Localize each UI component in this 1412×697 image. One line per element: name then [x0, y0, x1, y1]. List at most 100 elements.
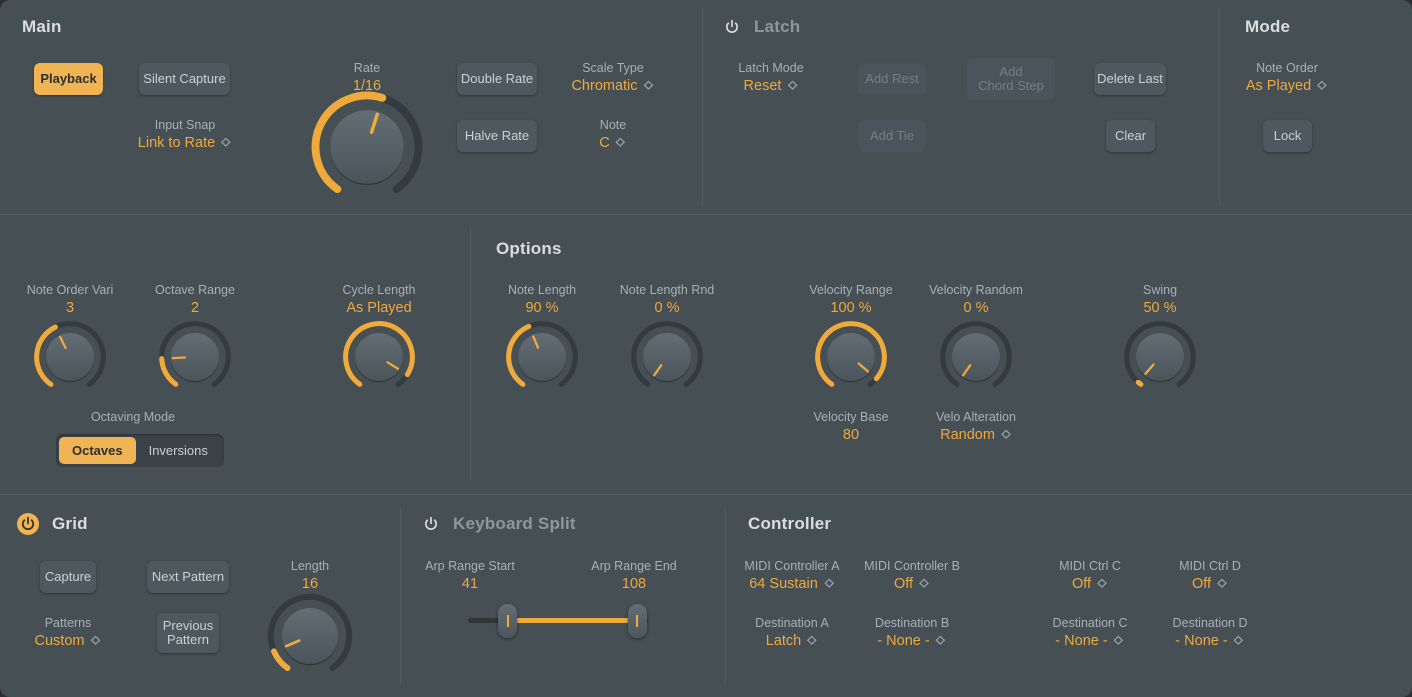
- destination-a-value[interactable]: Latch: [766, 633, 818, 649]
- octaving-mode-segmented-control[interactable]: Octaves Inversions: [56, 434, 224, 467]
- note-order-value[interactable]: As Played: [1246, 78, 1328, 94]
- midi-controller-a-label: MIDI Controller A: [744, 559, 840, 573]
- divider-grid-keyboard: [400, 508, 401, 684]
- midi-ctrl-c-label: MIDI Ctrl C: [1059, 559, 1121, 573]
- velocity-range-label: Velocity Range: [809, 283, 893, 297]
- latch-section-title: Latch: [754, 17, 801, 36]
- midi-controller-b-value[interactable]: Off: [894, 576, 930, 592]
- cycle-length-label: Cycle Length: [342, 283, 416, 297]
- rate-label: Rate: [353, 61, 381, 75]
- velo-alteration-value[interactable]: Random: [940, 427, 1012, 443]
- grid-power-toggle[interactable]: [17, 513, 39, 535]
- add-rest-button[interactable]: Add Rest: [858, 63, 926, 95]
- octaving-mode-label: Octaving Mode: [90, 410, 176, 424]
- destination-b-value[interactable]: - None -: [877, 633, 946, 649]
- note-value[interactable]: C: [599, 135, 626, 151]
- arp-range-end-handle[interactable]: [627, 604, 647, 638]
- note-length-label: Note Length: [507, 283, 577, 297]
- cycle-length-knob[interactable]: [341, 319, 417, 395]
- patterns-value[interactable]: Custom: [35, 633, 102, 649]
- octave-range-knob[interactable]: [157, 319, 233, 395]
- velocity-range-knob[interactable]: [813, 319, 889, 395]
- note-order-vari-knob[interactable]: [32, 319, 108, 395]
- destination-b-text: - None -: [877, 633, 930, 649]
- octave-range-value: 2: [190, 300, 200, 316]
- delete-last-button[interactable]: Delete Last: [1094, 63, 1166, 95]
- chevron-updown-icon: [807, 635, 818, 645]
- midi-ctrl-d-value[interactable]: Off: [1192, 576, 1228, 592]
- destination-d-label: Destination D: [1172, 616, 1248, 630]
- note-order-vari-value: 3: [65, 300, 75, 316]
- velocity-range-value: 100 %: [830, 300, 872, 316]
- capture-button[interactable]: Capture: [40, 561, 96, 593]
- divider-main-options: [0, 214, 1412, 215]
- divider-main-latch: [702, 8, 703, 206]
- clear-button[interactable]: Clear: [1106, 120, 1155, 152]
- next-pattern-button[interactable]: Next Pattern: [147, 561, 229, 593]
- input-snap-text: Link to Rate: [137, 135, 216, 151]
- divider-options-left: [470, 228, 471, 480]
- patterns-text: Custom: [34, 633, 85, 649]
- velocity-random-label: Velocity Random: [929, 283, 1023, 297]
- chevron-updown-icon: [1317, 80, 1328, 90]
- destination-b-label: Destination B: [874, 616, 950, 630]
- chevron-updown-icon: [1217, 578, 1227, 588]
- latch-power-toggle[interactable]: [721, 16, 743, 38]
- rate-knob[interactable]: [308, 88, 426, 206]
- midi-ctrl-d-text: Off: [1191, 576, 1212, 592]
- chevron-updown-icon: [90, 635, 101, 645]
- octaving-mode-option-inversions[interactable]: Inversions: [136, 437, 221, 464]
- add-chord-step-button[interactable]: Add Chord Step: [967, 58, 1055, 100]
- grid-length-knob[interactable]: [265, 591, 355, 681]
- note-length-rnd-label: Note Length Rnd: [619, 283, 715, 297]
- previous-pattern-button[interactable]: Previous Pattern: [157, 613, 219, 653]
- cycle-length-value: As Played: [346, 300, 412, 316]
- note-length-rnd-value: 0 %: [654, 300, 680, 316]
- arp-range-start-handle[interactable]: [498, 604, 518, 638]
- add-tie-button[interactable]: Add Tie: [858, 120, 926, 152]
- midi-ctrl-c-value[interactable]: Off: [1072, 576, 1108, 592]
- arpeggiator-plugin-window: Main Playback Silent Capture Input Snap …: [0, 0, 1412, 697]
- halve-rate-button[interactable]: Halve Rate: [457, 120, 537, 152]
- destination-c-value[interactable]: - None -: [1055, 633, 1124, 649]
- double-rate-button[interactable]: Double Rate: [457, 63, 537, 95]
- latch-mode-text: Reset: [743, 78, 782, 94]
- input-snap-value[interactable]: Link to Rate: [138, 135, 232, 151]
- midi-controller-a-value[interactable]: 64 Sustain: [749, 576, 835, 592]
- midi-ctrl-d-label: MIDI Ctrl D: [1179, 559, 1241, 573]
- note-length-rnd-knob[interactable]: [629, 319, 705, 395]
- scale-type-label: Scale Type: [582, 61, 644, 75]
- swing-knob[interactable]: [1122, 319, 1198, 395]
- options-section-title: Options: [496, 239, 562, 258]
- chevron-updown-icon: [919, 578, 929, 588]
- scale-type-value[interactable]: Chromatic: [571, 78, 654, 94]
- arp-range-slider[interactable]: [468, 600, 648, 644]
- latch-mode-value[interactable]: Reset: [744, 78, 799, 94]
- destination-d-value[interactable]: - None -: [1175, 633, 1244, 649]
- keyboard-split-power-toggle[interactable]: [420, 513, 442, 535]
- playback-button[interactable]: Playback: [34, 63, 103, 95]
- destination-a-text: Latch: [765, 633, 802, 649]
- chevron-updown-icon: [935, 635, 946, 645]
- velocity-random-knob[interactable]: [938, 319, 1014, 395]
- destination-d-text: - None -: [1175, 633, 1228, 649]
- main-section-title: Main: [22, 17, 62, 36]
- chevron-updown-icon: [1001, 429, 1011, 439]
- midi-ctrl-c-text: Off: [1071, 576, 1092, 592]
- velocity-base-label: Velocity Base: [813, 410, 889, 424]
- silent-capture-button[interactable]: Silent Capture: [139, 63, 230, 95]
- chevron-updown-icon: [823, 578, 834, 588]
- velocity-random-value: 0 %: [963, 300, 989, 316]
- velo-alteration-label: Velo Alteration: [936, 410, 1016, 424]
- note-label: Note: [599, 118, 627, 132]
- lock-button[interactable]: Lock: [1263, 120, 1312, 152]
- note-length-knob[interactable]: [504, 319, 580, 395]
- controller-section-title: Controller: [748, 514, 832, 533]
- input-snap-label: Input Snap: [154, 118, 216, 132]
- divider-keyboard-controller: [725, 508, 726, 684]
- note-order-vari-label: Note Order Vari: [26, 283, 114, 297]
- velocity-base-value: 80: [842, 427, 860, 443]
- chevron-updown-icon: [787, 80, 798, 90]
- octaving-mode-option-octaves[interactable]: Octaves: [59, 437, 136, 464]
- note-order-label: Note Order: [1256, 61, 1318, 75]
